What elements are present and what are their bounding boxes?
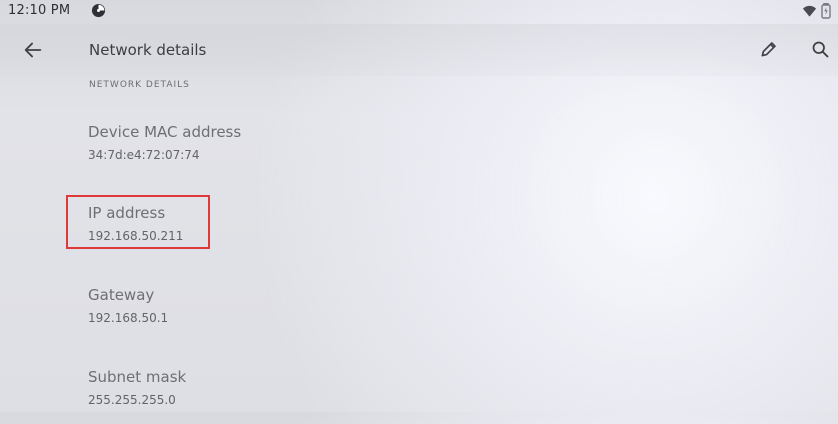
device-mac-address-value: 34:7d:e4:72:07:74 (88, 148, 200, 162)
ip-address-value: 192.168.50.211 (88, 229, 184, 243)
subnet-mask-item[interactable]: Subnet mask 255.255.255.0 (88, 368, 448, 424)
ip-address-item[interactable]: IP address 192.168.50.211 (88, 204, 448, 260)
device-mac-address-label: Device MAC address (88, 123, 242, 141)
ip-address-label: IP address (88, 204, 166, 222)
gateway-item[interactable]: Gateway 192.168.50.1 (88, 286, 448, 342)
gateway-label: Gateway (88, 286, 155, 304)
wifi-icon (802, 3, 817, 17)
page-title: Network details (89, 41, 207, 59)
status-bar: 12:10 PM (0, 0, 838, 24)
network-details-section-title: NETWORK DETAILS (89, 80, 190, 90)
back-button[interactable] (17, 34, 49, 66)
subnet-mask-label: Subnet mask (88, 368, 187, 386)
app-bar: Network details (0, 24, 838, 76)
edit-button[interactable] (753, 34, 785, 66)
device-mac-address-item[interactable]: Device MAC address 34:7d:e4:72:07:74 (88, 123, 448, 179)
gateway-value: 192.168.50.1 (88, 311, 169, 325)
search-button[interactable] (805, 34, 837, 66)
subnet-mask-value: 255.255.255.0 (88, 393, 176, 407)
battery-icon (821, 2, 831, 19)
status-time: 12:10 PM (8, 3, 71, 18)
status-right-icons (802, 2, 834, 20)
app-status-icon (91, 3, 106, 18)
